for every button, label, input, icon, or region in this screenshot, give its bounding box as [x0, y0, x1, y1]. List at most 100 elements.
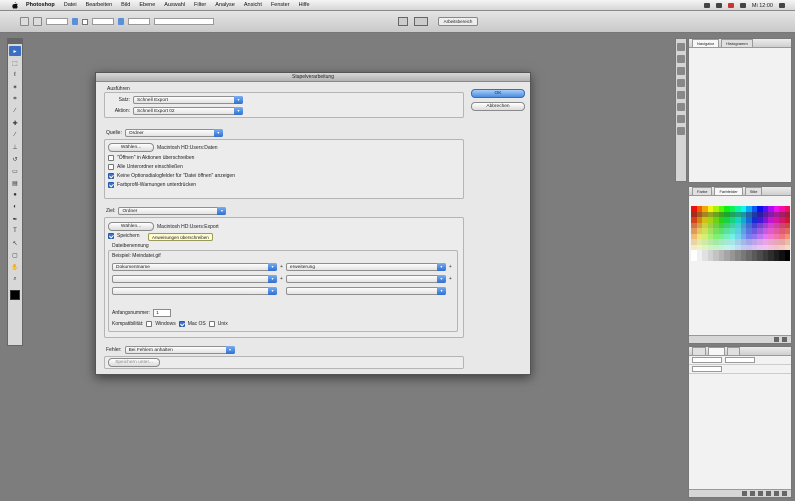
spotlight-icon[interactable]: [779, 3, 785, 8]
tab-styles[interactable]: Stile: [744, 187, 763, 195]
opacity-field[interactable]: [725, 357, 755, 363]
blend-mode-select[interactable]: [692, 357, 722, 363]
history-panel-icon[interactable]: [677, 43, 685, 51]
menu-item[interactable]: Datei: [64, 2, 77, 8]
override-open-checkbox[interactable]: [108, 155, 114, 161]
menu-clock[interactable]: Mi 12:00: [752, 3, 773, 9]
tab-histogram[interactable]: Histogramm: [721, 39, 753, 47]
path-select-icon[interactable]: ↖: [9, 238, 21, 248]
naming-right-select[interactable]: ▾: [286, 287, 446, 295]
naming-left-select[interactable]: Dokumentname ▾: [112, 263, 277, 271]
cancel-button[interactable]: Abbrechen: [471, 102, 525, 111]
apple-icon[interactable]: [12, 1, 18, 9]
tab-navigator[interactable]: Navigator: [692, 39, 720, 47]
override-save-checkbox[interactable]: [108, 233, 114, 239]
tab-paths[interactable]: [727, 347, 741, 355]
naming-left-select[interactable]: ▾: [112, 275, 277, 283]
subfolders-checkbox[interactable]: [108, 164, 114, 170]
brush-panel-icon[interactable]: [677, 67, 685, 75]
selection-mode-icon[interactable]: [33, 17, 42, 26]
folder-icon[interactable]: [766, 491, 771, 496]
ok-button[interactable]: OK: [471, 89, 525, 98]
start-number-field[interactable]: 1: [153, 309, 172, 317]
mask-icon[interactable]: [758, 491, 763, 496]
compat-mac-checkbox[interactable]: [178, 321, 185, 327]
errors-select[interactable]: Bei Fehlern anhalten ▾: [124, 346, 235, 354]
history-brush-icon[interactable]: ↺: [9, 154, 21, 164]
tab-channels[interactable]: [708, 347, 726, 355]
toolbox-titlebar[interactable]: [8, 39, 22, 44]
eyedropper-tool-icon[interactable]: ∕: [9, 106, 21, 116]
crop-tool-icon[interactable]: ⌗: [9, 94, 21, 104]
menu-item[interactable]: Bearbeiten: [86, 2, 113, 8]
antialias-checkbox[interactable]: [82, 18, 88, 25]
foreground-color-swatch[interactable]: [10, 290, 20, 300]
type-tool-icon[interactable]: T: [9, 226, 21, 236]
paragraph-panel-icon[interactable]: [677, 91, 685, 99]
feather-field[interactable]: [46, 18, 68, 25]
lasso-tool-icon[interactable]: ℓ: [9, 70, 21, 80]
new-layer-icon[interactable]: [774, 491, 779, 496]
source-choose-button[interactable]: Wählen...: [108, 143, 154, 152]
refine-edge-button[interactable]: [154, 18, 214, 25]
menu-item[interactable]: Filter: [194, 2, 206, 8]
destination-select[interactable]: Ordner ▾: [118, 207, 227, 215]
set-select[interactable]: Schnell Export ▾: [133, 96, 243, 104]
trash-icon[interactable]: [782, 337, 787, 342]
action-select[interactable]: Schnell Export 02 ▾: [133, 107, 243, 115]
volume-icon[interactable]: [739, 3, 746, 8]
compat-unix-checkbox[interactable]: [208, 321, 215, 327]
magic-wand-tool-icon[interactable]: ✶: [9, 82, 21, 92]
new-swatch-icon[interactable]: [774, 337, 779, 342]
height-field[interactable]: [128, 18, 150, 25]
menu-item[interactable]: Bild: [121, 2, 130, 8]
healing-tool-icon[interactable]: ✚: [9, 118, 21, 128]
gradient-tool-icon[interactable]: ▤: [9, 178, 21, 188]
menu-item[interactable]: Fenster: [271, 2, 290, 8]
blur-tool-icon[interactable]: ●: [9, 190, 21, 200]
menu-item[interactable]: Analyse: [215, 2, 235, 8]
color-swatch[interactable]: [784, 255, 790, 261]
info-panel-icon[interactable]: [677, 127, 685, 135]
tab-swatches[interactable]: Farbfelder: [714, 187, 743, 195]
battery-icon[interactable]: [727, 3, 734, 8]
menu-app[interactable]: Photoshop: [26, 2, 55, 8]
stamp-tool-icon[interactable]: ⊥: [9, 142, 21, 152]
workspace-menu[interactable]: Arbeitsbereich: [438, 17, 478, 26]
naming-right-select[interactable]: ▾: [285, 275, 446, 283]
screen-mode-icon[interactable]: [414, 17, 428, 26]
hand-tool-icon[interactable]: ✋: [9, 262, 21, 272]
menu-item[interactable]: Ebene: [139, 2, 155, 8]
fx-icon[interactable]: [750, 491, 755, 496]
marquee-tool-icon[interactable]: ⬚: [9, 58, 21, 68]
stepper-icon[interactable]: [72, 18, 78, 25]
naming-left-select[interactable]: ▾: [112, 287, 277, 295]
move-tool-icon[interactable]: ▸: [9, 46, 21, 56]
fill-field[interactable]: [692, 366, 722, 372]
menu-item[interactable]: Hilfe: [299, 2, 310, 8]
zoom-tool-icon[interactable]: ⌕: [9, 274, 21, 284]
suppress-dialogs-checkbox[interactable]: [108, 173, 114, 179]
link-layers-icon[interactable]: [742, 491, 747, 496]
tool-presets-icon[interactable]: [677, 103, 685, 111]
menu-item[interactable]: Ansicht: [244, 2, 262, 8]
character-panel-icon[interactable]: [677, 79, 685, 87]
actions-panel-icon[interactable]: [677, 55, 685, 63]
destination-choose-button[interactable]: Wählen...: [108, 222, 154, 231]
tab-color[interactable]: Farbe: [692, 187, 713, 195]
compat-windows-checkbox[interactable]: [146, 321, 153, 327]
status-icon[interactable]: [715, 3, 722, 8]
suppress-profile-checkbox[interactable]: [108, 182, 114, 188]
width-field[interactable]: [92, 18, 114, 25]
eraser-tool-icon[interactable]: ▭: [9, 166, 21, 176]
bridge-icon[interactable]: [398, 17, 408, 26]
trash-icon[interactable]: [782, 491, 787, 496]
clone-source-icon[interactable]: [677, 115, 685, 123]
source-select[interactable]: Ordner ▾: [124, 129, 223, 137]
swap-icon[interactable]: [118, 18, 124, 25]
tool-preset-icon[interactable]: [20, 17, 29, 26]
naming-right-select[interactable]: erweiterung ▾: [285, 263, 446, 271]
status-icon[interactable]: [703, 3, 710, 8]
shape-tool-icon[interactable]: ▢: [9, 250, 21, 260]
tab-layers[interactable]: [692, 347, 707, 355]
